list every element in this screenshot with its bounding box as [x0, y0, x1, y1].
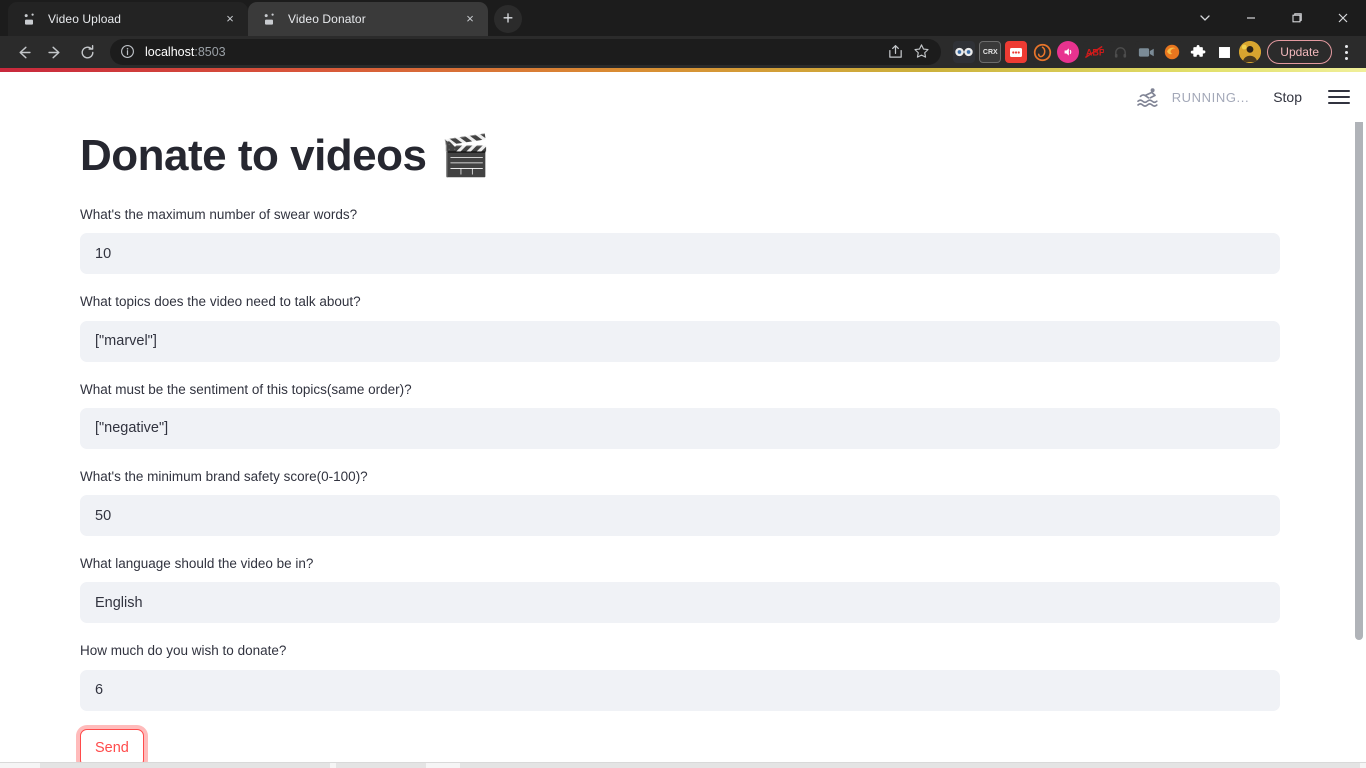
field-label: What's the minimum brand safety score(0-…: [80, 468, 368, 484]
square-extension-icon[interactable]: [1213, 41, 1235, 63]
taskbar-segment: [40, 763, 330, 768]
streamlit-app-main: Donate to videos 🎬 What's the maximum nu…: [0, 72, 1352, 767]
field-donation-amount: How much do you wish to donate? 6: [80, 641, 1280, 711]
field-brand-safety-score: What's the minimum brand safety score(0-…: [80, 467, 1280, 536]
page-scrollbar-thumb[interactable]: [1355, 100, 1363, 640]
orange-ring-extension-icon[interactable]: [1031, 41, 1054, 63]
browser-menu-kebab-icon[interactable]: [1334, 39, 1358, 65]
puzzle-extensions-icon[interactable]: [1187, 41, 1209, 63]
topics-input[interactable]: ["marvel"]: [80, 320, 1280, 362]
block-container: Donate to videos 🎬 What's the maximum nu…: [0, 118, 1280, 767]
close-window-icon[interactable]: [1320, 0, 1366, 36]
reload-icon[interactable]: [72, 38, 102, 66]
share-icon[interactable]: [887, 43, 905, 61]
pink-speaker-extension-icon[interactable]: [1057, 41, 1080, 63]
minimize-icon[interactable]: [1228, 0, 1274, 36]
update-button[interactable]: Update: [1267, 40, 1332, 64]
hamburger-menu-icon[interactable]: [1326, 84, 1352, 110]
new-tab-button[interactable]: +: [494, 5, 522, 33]
browser-tab-video-donator[interactable]: Video Donator ×: [248, 2, 488, 36]
field-sentiment: What must be the sentiment of this topic…: [80, 380, 1280, 449]
extensions-tray: CRX ABP: [953, 41, 1262, 63]
profile-avatar[interactable]: [1239, 41, 1262, 63]
send-button[interactable]: Send: [80, 728, 144, 767]
field-topics: What topics does the video need to talk …: [80, 292, 1280, 362]
page-title-text: Donate to videos: [80, 131, 427, 180]
field-label: How much do you wish to donate?: [80, 643, 287, 659]
omnibox-actions: [879, 43, 931, 61]
dark-headphone-extension-icon[interactable]: [1109, 41, 1132, 63]
donation-amount-input[interactable]: 6: [80, 669, 1280, 711]
streamlit-favicon-icon: [262, 11, 278, 27]
back-arrow-icon[interactable]: [8, 38, 38, 66]
submit-row: Send: [80, 728, 1128, 767]
field-max-swear-words: What's the maximum number of swear words…: [80, 205, 1280, 275]
taskbar-segment: [336, 763, 426, 768]
tab-title: Video Upload: [48, 12, 122, 26]
browser-tab-video-upload[interactable]: Video Upload ×: [8, 2, 248, 36]
max-swear-words-input[interactable]: 10: [80, 233, 1280, 275]
bottom-taskbar-strip: [0, 762, 1366, 768]
field-label: What language should the video be in?: [80, 556, 314, 571]
running-status-label: RUNNING...: [1171, 89, 1250, 105]
language-input[interactable]: English: [80, 582, 1280, 624]
site-info-icon[interactable]: [120, 44, 136, 60]
page-title: Donate to videos 🎬: [80, 118, 1128, 205]
field-label: What topics does the video need to talk …: [80, 294, 361, 310]
abp-adblock-extension-icon[interactable]: ABP: [1083, 41, 1106, 63]
video-download-extension-icon[interactable]: [1135, 41, 1158, 63]
tab-search-chevron-down-icon[interactable]: [1182, 0, 1228, 36]
forward-arrow-icon[interactable]: [40, 38, 70, 66]
swimmer-running-icon: [1136, 84, 1162, 110]
field-label: What must be the sentiment of this topic…: [80, 381, 412, 397]
brand-safety-score-input[interactable]: 50: [80, 495, 1280, 536]
url-host: localhost: [145, 45, 195, 59]
tab-strip: Video Upload × Video Donator × +: [0, 0, 1366, 36]
streamlit-status-header: RUNNING... Stop: [0, 72, 1366, 122]
glasses-extension-icon[interactable]: [953, 41, 976, 63]
maximize-icon[interactable]: [1274, 0, 1320, 36]
streamlit-favicon-icon: [22, 11, 38, 27]
field-language: What language should the video be in? En…: [80, 554, 1280, 624]
window-controls: [1182, 0, 1366, 36]
address-bar[interactable]: localhost:8503: [110, 39, 942, 65]
page-viewport: RUNNING... Stop Donate to videos 🎬 What'…: [0, 72, 1366, 768]
star-bookmark-icon[interactable]: [913, 43, 931, 61]
crx-extension-icon[interactable]: CRX: [979, 41, 1002, 63]
tab-title: Video Donator: [288, 12, 366, 26]
firefox-extension-icon[interactable]: [1161, 41, 1184, 63]
tab-close-icon[interactable]: ×: [222, 11, 238, 27]
url-port: :8503: [194, 45, 226, 59]
field-label: What's the maximum number of swear words…: [80, 207, 358, 222]
page-scrollbar[interactable]: [1352, 72, 1366, 768]
clapper-board-icon: 🎬: [440, 133, 491, 178]
taskbar-segment: [460, 763, 1360, 768]
browser-window: Video Upload × Video Donator × + localho…: [0, 0, 1366, 768]
address-bar-url: localhost:8503: [145, 45, 226, 59]
streamlit-running-status: RUNNING...: [1136, 84, 1250, 110]
stop-button[interactable]: Stop: [1267, 87, 1308, 107]
red-video-extension-icon[interactable]: [1005, 41, 1028, 63]
browser-toolbar: localhost:8503 CRX ABP Update: [0, 36, 1366, 68]
sentiment-input[interactable]: ["negative"]: [80, 407, 1280, 449]
tab-close-icon[interactable]: ×: [462, 11, 478, 27]
